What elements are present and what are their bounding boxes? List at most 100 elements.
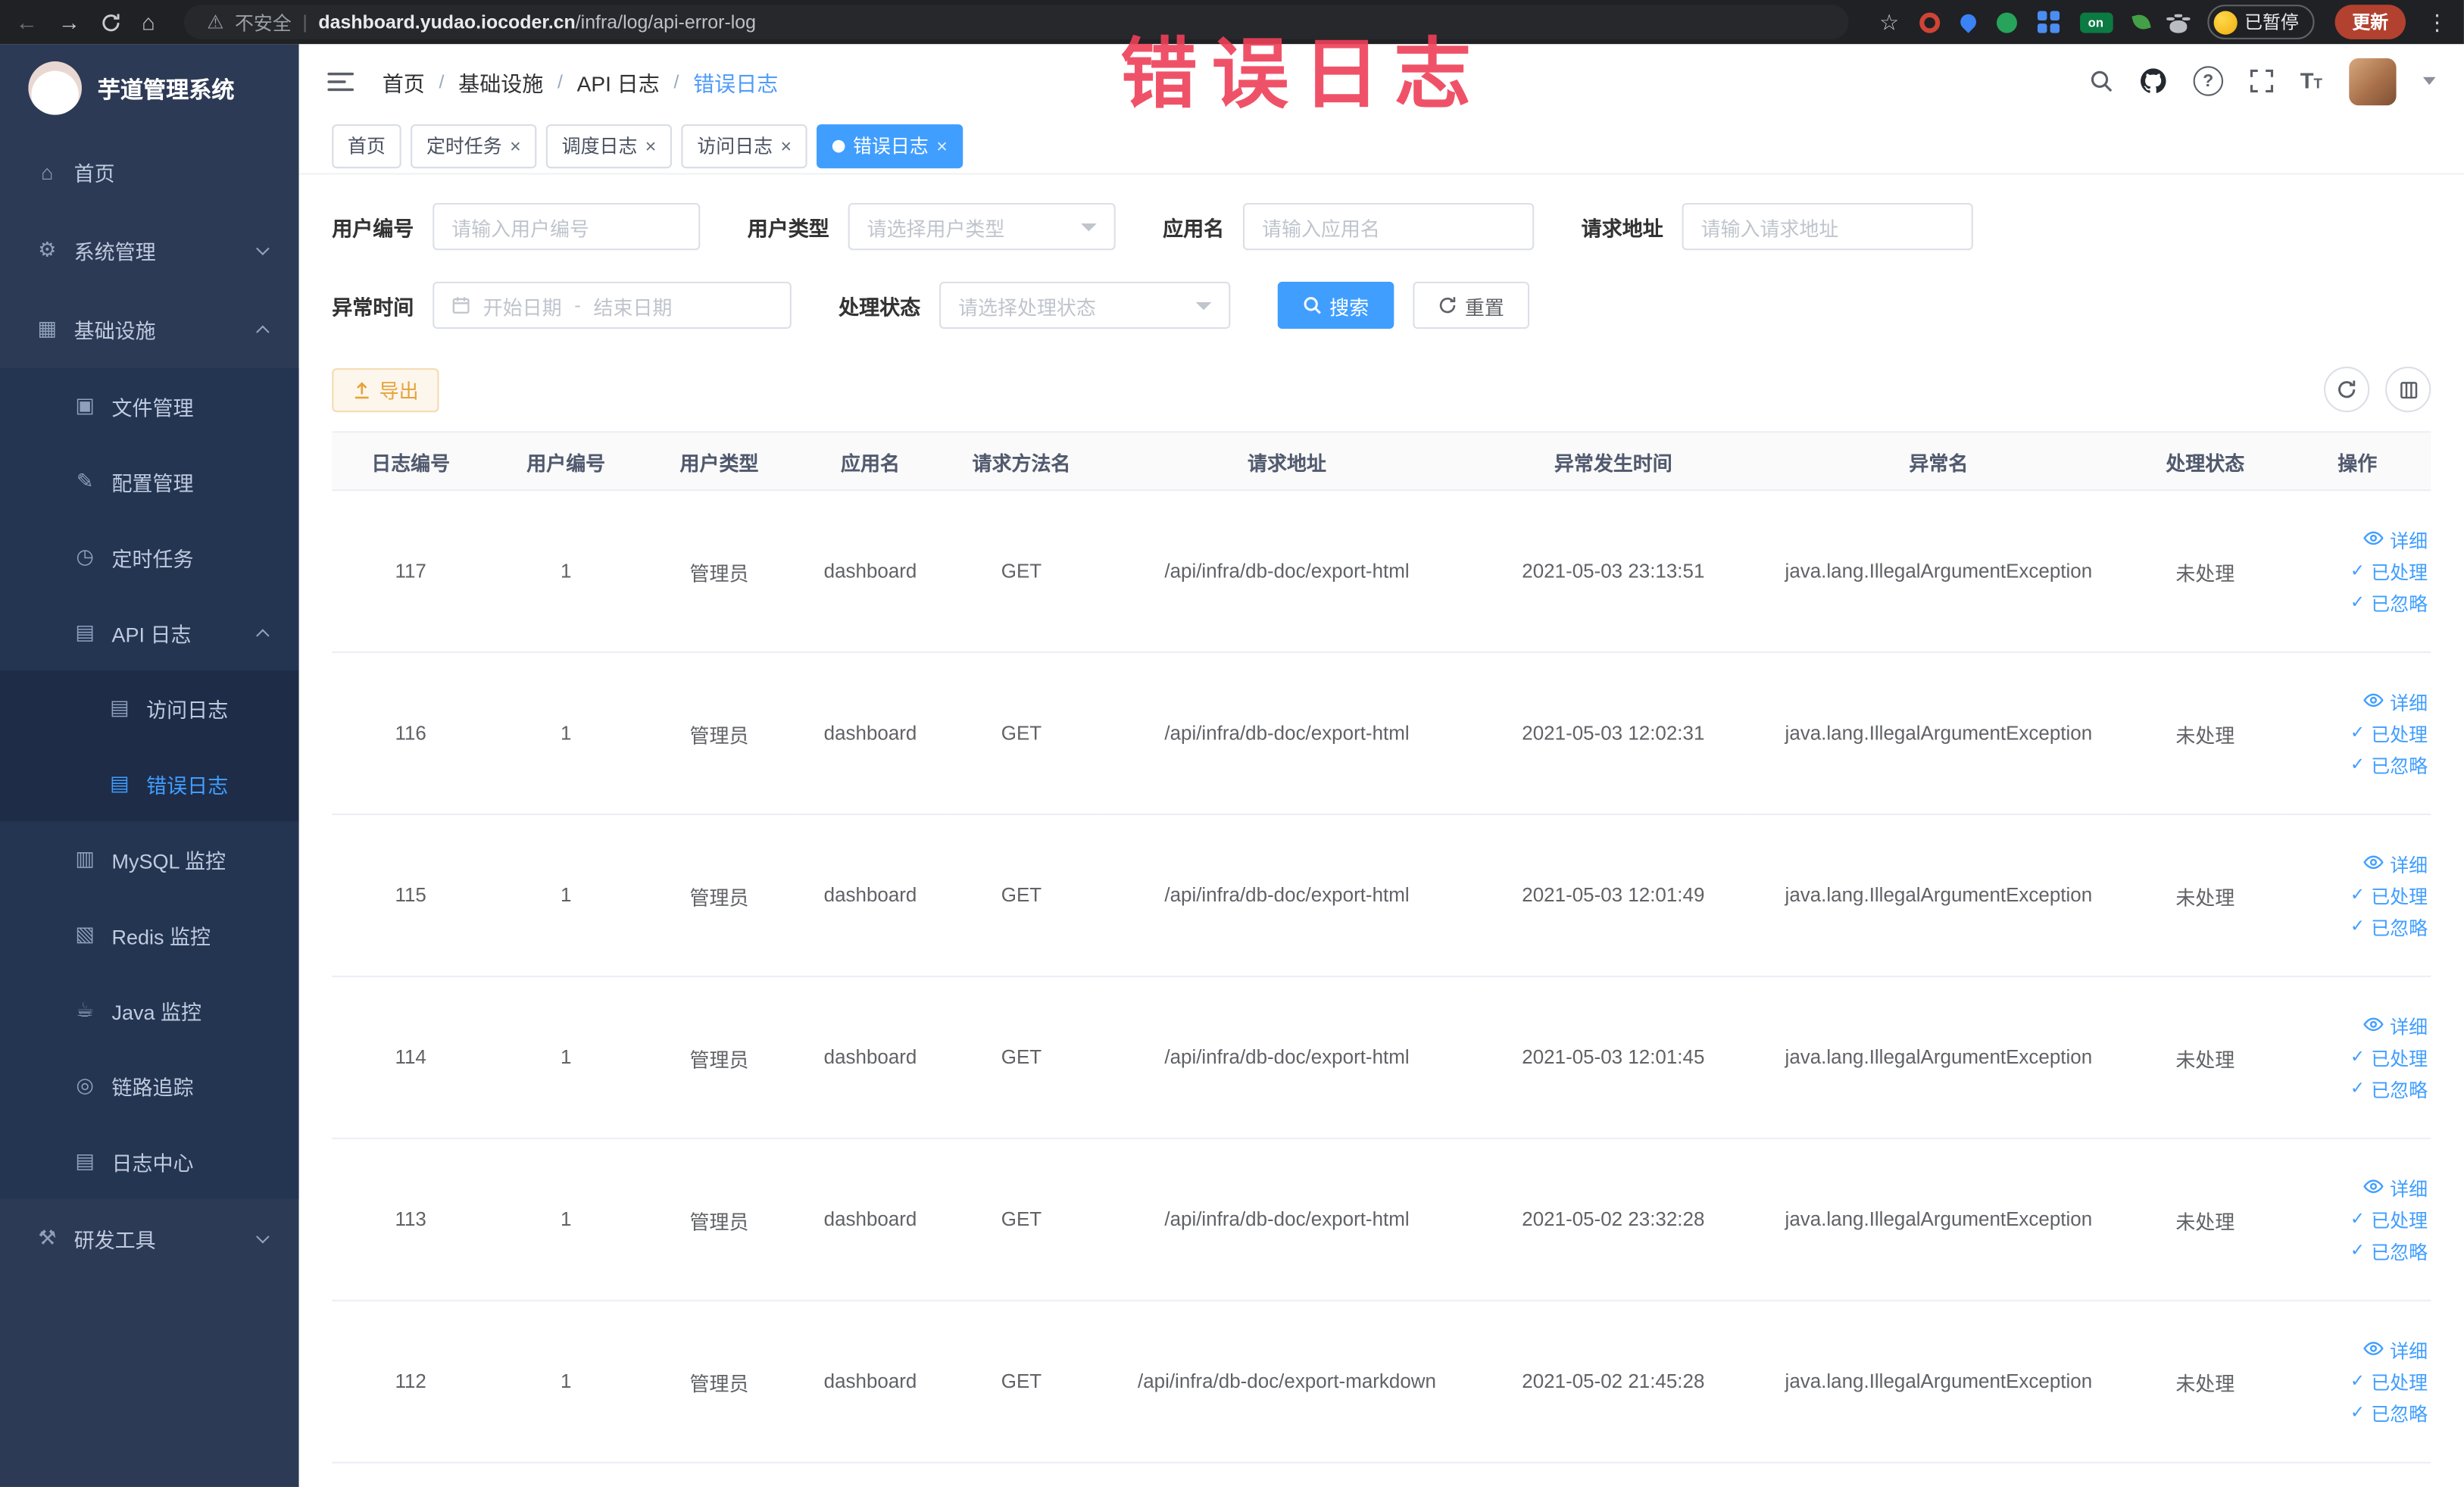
breadcrumb-item[interactable]: 错误日志 [693, 65, 778, 97]
tab-access-log[interactable]: 访问日志 × [681, 123, 807, 168]
sidebar-item-home[interactable]: ⌂ 首页 [0, 132, 299, 211]
close-icon[interactable]: × [936, 136, 948, 155]
cell-exception: java.lang.IllegalArgumentException [1750, 814, 2127, 977]
action-links: 详细 ✓ 已处理 ✓ 已忽略 [2285, 689, 2428, 778]
cell-user-type: 管理员 [642, 651, 796, 815]
avatar-chevron-down-icon[interactable] [2422, 77, 2436, 86]
tab-job[interactable]: 定时任务 × [411, 123, 537, 168]
cell-value: java.lang.IllegalArgumentException [1785, 722, 2093, 745]
fullscreen-icon[interactable] [2250, 69, 2273, 93]
doc-icon: ▤ [75, 620, 95, 644]
bookmark-star-icon[interactable]: ☆ [1879, 11, 1899, 33]
sidebar-item-java[interactable]: ☕ Java 监控 [0, 972, 299, 1048]
tab-job-log[interactable]: 调度日志 × [545, 123, 673, 168]
screenshot-root: 错误日志 ← → ⌂ ⚠ 不安全 | dashboard.yudao.iocod… [0, 0, 2464, 1487]
action-detail-link[interactable]: 详细 [2363, 689, 2428, 715]
action-ignored-link[interactable]: ✓ 已忽略 [2350, 1400, 2428, 1426]
cell-app-name: dashboard [795, 814, 945, 977]
emoji-face-icon [2213, 10, 2237, 34]
sidebar-item-mysql[interactable]: ▥ MySQL 监控 [0, 821, 299, 898]
font-size-icon[interactable]: TT [2300, 68, 2322, 93]
sidebar-item-trace[interactable]: ◎ 链路追踪 [0, 1048, 299, 1124]
action-detail-link[interactable]: 详细 [2363, 526, 2428, 553]
browser-home-icon[interactable]: ⌂ [142, 11, 155, 33]
browser-back-icon[interactable]: ← [16, 11, 38, 33]
sidebar-item-config[interactable]: ✎ 配置管理 [0, 443, 299, 520]
collapse-sidebar-icon[interactable] [327, 70, 354, 92]
user-id-input[interactable]: 请输入用户编号 [433, 202, 701, 251]
action-links: 详细 ✓ 已处理 ✓ 已忽略 [2285, 526, 2428, 616]
action-ignored-link[interactable]: ✓ 已忽略 [2350, 1076, 2428, 1102]
export-button[interactable]: 导出 [332, 367, 439, 412]
action-processed-link[interactable]: ✓ 已处理 [2350, 882, 2428, 908]
action-detail-link[interactable]: 详细 [2363, 1337, 2428, 1364]
status-select[interactable]: 请选择处理状态 [939, 281, 1231, 330]
user-type-select[interactable]: 请选择用户类型 [848, 202, 1116, 251]
search-icon[interactable] [2089, 69, 2113, 92]
tab-home[interactable]: 首页 [332, 123, 401, 168]
sidebar-item-error-log[interactable]: ▤ 错误日志 [0, 745, 299, 822]
extension-icon-2[interactable] [1957, 11, 1980, 33]
address-bar[interactable]: ⚠ 不安全 | dashboard.yudao.iocoder.cn/infra… [185, 5, 1850, 39]
action-processed-link[interactable]: ✓ 已处理 [2350, 558, 2428, 584]
sidebar-item-api-log[interactable]: ▤ API 日志 [0, 595, 299, 670]
refresh-table-button[interactable] [2324, 366, 2370, 413]
action-ignored-link[interactable]: ✓ 已忽略 [2350, 589, 2428, 616]
column-settings-button[interactable] [2385, 366, 2431, 413]
sidebar-item-job[interactable]: ◷ 定时任务 [0, 519, 299, 595]
sidebar-item-access-log[interactable]: ▤ 访问日志 [0, 670, 299, 746]
action-detail-link[interactable]: 详细 [2363, 1013, 2428, 1039]
breadcrumb-item[interactable]: 首页 [383, 65, 425, 97]
browser-forward-icon[interactable]: → [58, 11, 80, 33]
close-icon[interactable]: × [645, 136, 657, 155]
action-ignored-link[interactable]: ✓ 已忽略 [2350, 1238, 2428, 1264]
extension-leaf-icon[interactable] [2131, 12, 2150, 32]
sidebar-item-label: 链路追踪 [111, 1075, 194, 1099]
close-icon[interactable]: × [780, 136, 792, 155]
action-processed-link[interactable]: ✓ 已处理 [2350, 1206, 2428, 1232]
update-button[interactable]: 更新 [2334, 5, 2406, 39]
sidebar-item-file[interactable]: ▣ 文件管理 [0, 368, 299, 444]
action-ignored-link[interactable]: ✓ 已忽略 [2350, 914, 2428, 940]
sidebar-item-redis[interactable]: ▧ Redis 监控 [0, 897, 299, 973]
sidebar-item-devtools[interactable]: ⚒ 研发工具 [0, 1199, 299, 1278]
cell-app-name: dashboard [795, 490, 945, 654]
cell-method: GET [945, 814, 1098, 977]
tab-error-log[interactable]: 错误日志 × [817, 123, 963, 168]
sidebar-item-log-center[interactable]: ▤ 日志中心 [0, 1123, 299, 1199]
action-processed-link[interactable]: ✓ 已处理 [2350, 1368, 2428, 1395]
action-detail-link[interactable]: 详细 [2363, 1175, 2428, 1201]
browser-menu-icon[interactable]: ⋮ [2426, 8, 2448, 35]
exception-time-range-picker[interactable]: 开始日期 - 结束日期 [433, 281, 792, 330]
app-name-input[interactable]: 请输入应用名 [1243, 202, 1535, 251]
extension-on-badge-icon[interactable]: on [2079, 11, 2113, 33]
sidebar-item-system[interactable]: ⚙ 系统管理 [0, 211, 299, 289]
cell-value: 1 [561, 884, 572, 907]
user-avatar[interactable] [2349, 57, 2397, 105]
action-ignored-link[interactable]: ✓ 已忽略 [2350, 751, 2428, 778]
breadcrumb-item[interactable]: 基础设施 [458, 65, 543, 97]
logo[interactable]: 芋道管理系统 [0, 44, 299, 132]
extension-icon-3[interactable] [1996, 11, 2017, 33]
close-icon[interactable]: × [510, 136, 521, 155]
search-button[interactable]: 搜索 [1277, 281, 1394, 330]
eye-icon [2363, 1339, 2384, 1361]
main-content: 首页 / 基础设施 / API 日志 / 错误日志 ? TT 首页 定时任务 ×… [298, 44, 2464, 1487]
check-icon: ✓ [2350, 1371, 2365, 1391]
browser-reload-icon[interactable] [101, 12, 121, 33]
extension-paw-icon[interactable] [2169, 19, 2187, 33]
url-path: /infra/log/api-error-log [575, 11, 757, 33]
github-icon[interactable] [2140, 67, 2166, 94]
sidebar-item-infra[interactable]: ▦ 基础设施 [0, 289, 299, 368]
request-url-input[interactable]: 请输入请求地址 [1682, 202, 1973, 251]
reset-button[interactable]: 重置 [1413, 281, 1530, 330]
paused-badge[interactable]: 已暂停 [2206, 5, 2315, 39]
extension-icon-4[interactable] [2037, 11, 2060, 33]
breadcrumb-item[interactable]: API 日志 [577, 65, 660, 97]
action-detail-link[interactable]: 详细 [2363, 851, 2428, 877]
action-processed-link[interactable]: ✓ 已处理 [2350, 1044, 2428, 1070]
extension-icon-1[interactable] [1919, 11, 1941, 33]
help-icon[interactable]: ? [2193, 66, 2223, 96]
action-processed-link[interactable]: ✓ 已处理 [2350, 720, 2428, 746]
status-placeholder: 请选择处理状态 [958, 296, 1096, 319]
